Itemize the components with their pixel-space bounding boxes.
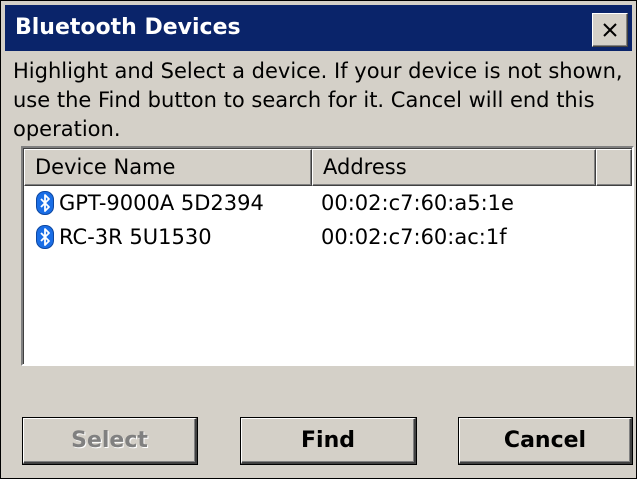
list-rows: GPT-9000A 5D2394 00:02:c7:60:a5:1e RC-3R… — [24, 186, 632, 254]
device-row[interactable]: RC-3R 5U1530 00:02:c7:60:ac:1f — [24, 220, 632, 254]
device-list[interactable]: Device Name Address GPT-9000A 5D2394 00:… — [21, 146, 634, 366]
find-button[interactable]: Find — [241, 418, 416, 464]
device-name: RC-3R 5U1530 — [59, 225, 212, 249]
bluetooth-icon — [36, 225, 54, 249]
device-name: GPT-9000A 5D2394 — [59, 191, 264, 215]
window-title: Bluetooth Devices — [15, 15, 241, 40]
column-header-empty[interactable] — [596, 149, 632, 186]
bluetooth-icon — [36, 191, 54, 215]
device-address: 00:02:c7:60:ac:1f — [321, 225, 507, 249]
column-header-address[interactable]: Address — [312, 149, 596, 186]
instructions-text: Highlight and Select a device. If your d… — [13, 59, 623, 141]
bluetooth-devices-dialog: Bluetooth Devices Highlight and Select a… — [0, 0, 637, 479]
column-header-device-name[interactable]: Device Name — [24, 149, 312, 186]
cancel-button[interactable]: Cancel — [459, 418, 632, 464]
close-button[interactable] — [592, 13, 628, 47]
select-button[interactable]: Select — [23, 418, 197, 464]
device-address: 00:02:c7:60:a5:1e — [321, 191, 514, 215]
close-icon — [603, 23, 617, 37]
list-header: Device Name Address — [24, 149, 632, 186]
title-bar: Bluetooth Devices — [5, 5, 632, 51]
device-row[interactable]: GPT-9000A 5D2394 00:02:c7:60:a5:1e — [24, 186, 632, 220]
